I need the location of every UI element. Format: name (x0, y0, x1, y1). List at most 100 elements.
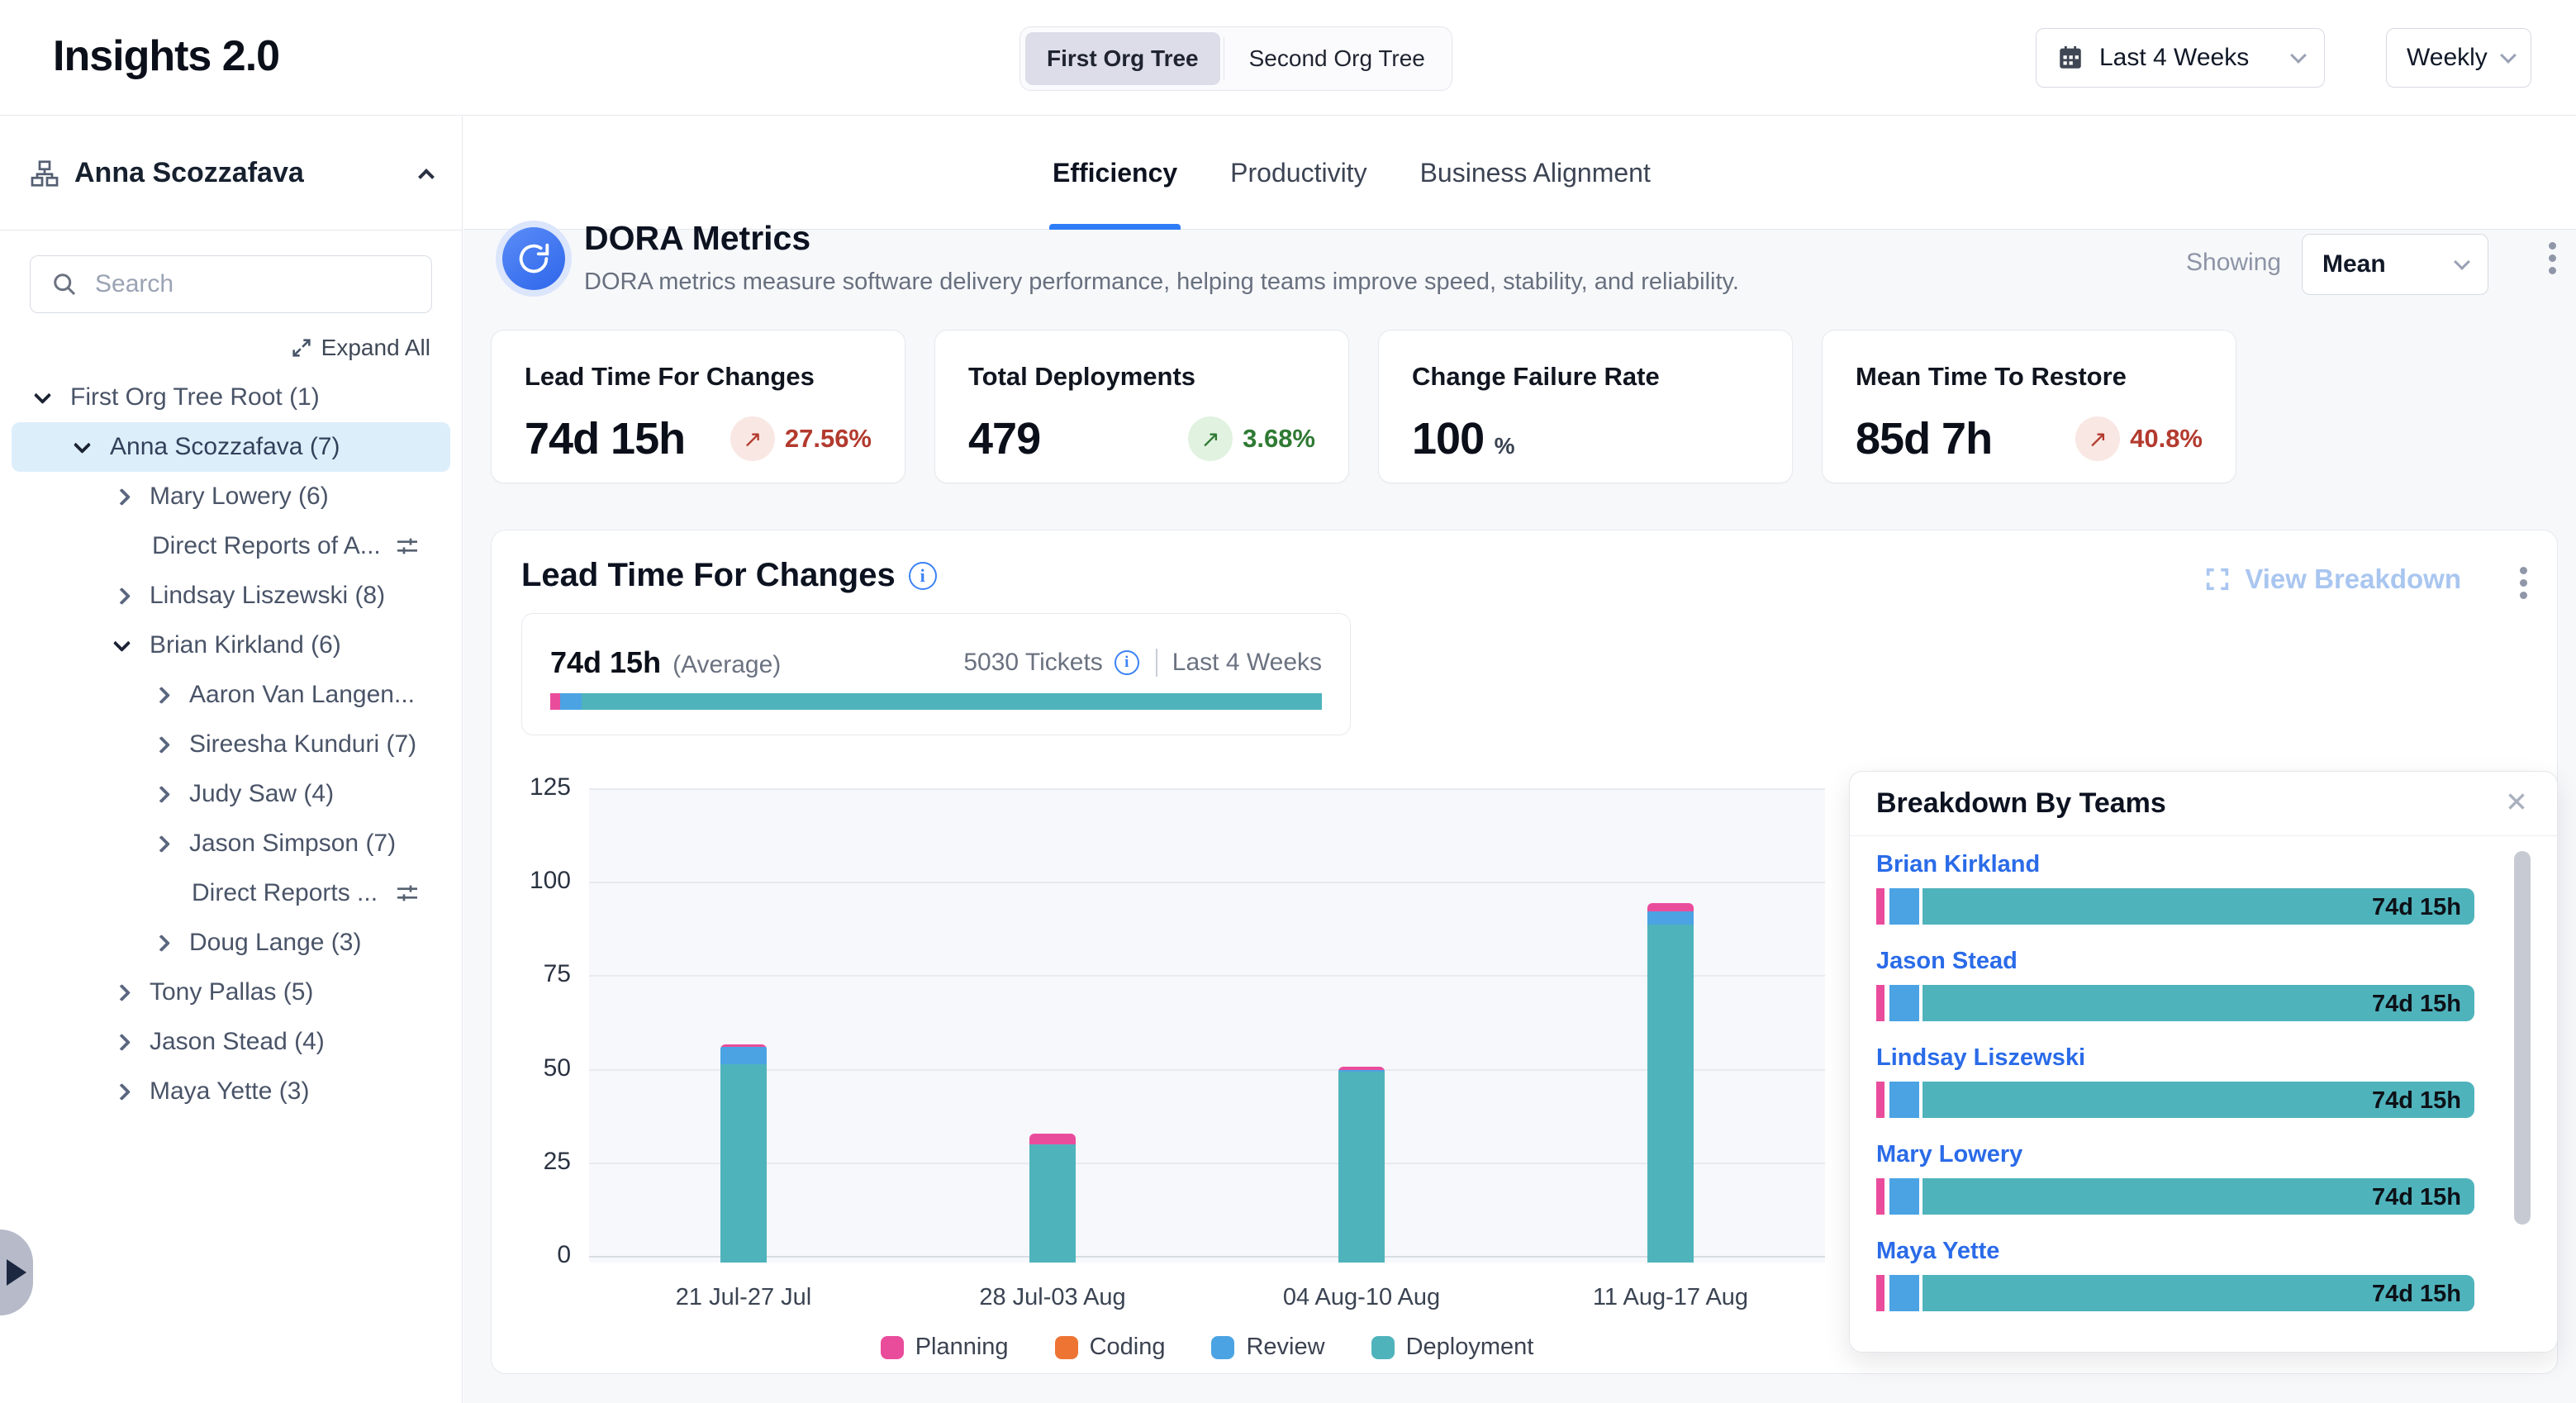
tabs-bar: Efficiency Productivity Business Alignme… (463, 117, 2576, 230)
tree-chevron-icon[interactable] (153, 735, 170, 753)
tree-node[interactable]: First Org Tree Root (1) (12, 373, 450, 422)
org-chart-icon (30, 159, 59, 188)
tree-node[interactable]: Anna Scozzafava (7) (12, 422, 450, 472)
breakdown-bar-segment-review (1889, 1275, 1919, 1311)
expand-all-button[interactable]: Expand All (0, 335, 430, 361)
y-tick-label: 125 (492, 773, 571, 801)
tree-node[interactable]: Lindsay Liszewski (8) (12, 571, 450, 621)
tree-node-label: Maya Yette (3) (150, 1077, 309, 1106)
tab-business-alignment[interactable]: Business Alignment (1417, 117, 1654, 230)
summary-bar-segment-planning (550, 693, 560, 710)
tree-node[interactable]: Sireesha Kunduri (7) (12, 720, 450, 769)
metric-card-title: Mean Time To Restore (1856, 362, 2203, 392)
tree-node-label: Judy Saw (4) (189, 780, 334, 808)
summary-meta: 5030 Tickets i Last 4 Weeks (963, 649, 1322, 677)
view-breakdown-label: View Breakdown (2245, 564, 2461, 595)
summary-tickets: 5030 Tickets (963, 649, 1102, 677)
legend-item-review[interactable]: Review (1211, 1334, 1324, 1361)
breakdown-value: 74d 15h (2372, 991, 2461, 1018)
breakdown-team-link[interactable]: Jason Stead (1876, 948, 2474, 975)
breakdown-items: Brian Kirkland 74d 15h Jason Stead 74d 1… (1876, 851, 2474, 1334)
tree-chevron-icon[interactable] (153, 835, 170, 852)
date-range-select[interactable]: Last 4 Weeks (2036, 28, 2325, 88)
tree-chevron-icon[interactable] (113, 587, 131, 604)
breakdown-bar-segment-planning (1876, 1082, 1884, 1118)
tree-chevron-icon[interactable] (113, 1033, 131, 1050)
expand-all-label: Expand All (321, 335, 430, 361)
breakdown-stacked-bar: 74d 15h (1876, 1178, 2474, 1215)
tree-node[interactable]: Aaron Van Langen... (12, 670, 450, 720)
breakdown-team-link[interactable]: Maya Yette (1876, 1238, 2474, 1265)
tree-chevron-icon[interactable] (153, 934, 170, 951)
breakdown-item: Maya Yette 74d 15h (1876, 1238, 2474, 1311)
tree-node[interactable]: Jason Stead (4) (12, 1017, 450, 1067)
tree-node[interactable]: Jason Simpson (7) (12, 819, 450, 868)
summary-qualifier: (Average) (673, 651, 781, 679)
dora-kebab-menu[interactable] (2549, 242, 2556, 274)
y-tick-label: 0 (492, 1241, 571, 1269)
tree-chevron-icon[interactable] (34, 386, 51, 403)
toggle-second-org-tree[interactable]: Second Org Tree (1228, 32, 1447, 85)
info-icon[interactable]: i (909, 562, 937, 590)
breakdown-value: 74d 15h (2372, 1184, 2461, 1211)
tree-chevron-icon[interactable] (113, 1082, 131, 1100)
tab-productivity[interactable]: Productivity (1227, 117, 1370, 230)
toggle-first-org-tree[interactable]: First Org Tree (1025, 32, 1220, 85)
dora-section-description: DORA metrics measure software delivery p… (584, 269, 1739, 296)
tree-node[interactable]: Mary Lowery (6) (12, 472, 450, 521)
tree-node-label: Doug Lange (3) (189, 929, 361, 957)
breakdown-title: Breakdown By Teams (1876, 787, 2166, 820)
tree-node[interactable]: Maya Yette (3) (12, 1067, 450, 1116)
breakdown-team-link[interactable]: Brian Kirkland (1876, 851, 2474, 878)
x-tick-label: 11 Aug-17 Aug (1547, 1284, 1794, 1311)
breakdown-bar-segment-review (1889, 1178, 1919, 1215)
breakdown-team-link[interactable]: Lindsay Liszewski (1876, 1044, 2474, 1072)
lead-time-kebab-menu[interactable] (2520, 567, 2527, 599)
close-icon[interactable] (2502, 787, 2531, 820)
granularity-select[interactable]: Weekly (2386, 28, 2531, 88)
view-breakdown-button[interactable]: View Breakdown (2203, 564, 2461, 595)
org-tree: First Org Tree Root (1) Anna Scozzafava … (0, 373, 462, 1116)
tree-chevron-icon[interactable] (153, 686, 170, 703)
tree-node[interactable]: Direct Reports of A... (12, 521, 450, 571)
filter-sliders-icon[interactable] (394, 880, 421, 913)
tree-node[interactable]: Tony Pallas (5) (12, 968, 450, 1017)
tree-chevron-icon[interactable] (113, 487, 131, 505)
legend-label: Review (1246, 1334, 1324, 1361)
lead-time-summary-card: 74d 15h (Average) 5030 Tickets i Last 4 … (521, 613, 1351, 735)
legend-item-planning[interactable]: Planning (881, 1334, 1009, 1361)
showing-select[interactable]: Mean (2302, 234, 2488, 295)
breakdown-bar-segment-review (1889, 985, 1919, 1021)
tree-node-label: Sireesha Kunduri (7) (189, 730, 416, 759)
tree-chevron-icon[interactable] (153, 785, 170, 802)
calendar-icon (2056, 44, 2084, 72)
tree-chevron-icon[interactable] (113, 983, 131, 1001)
filter-sliders-icon[interactable] (394, 533, 421, 566)
legend-item-deployment[interactable]: Deployment (1371, 1334, 1534, 1361)
breakdown-team-link[interactable]: Mary Lowery (1876, 1141, 2474, 1168)
tree-node-label: Brian Kirkland (6) (150, 631, 341, 659)
sidebar-header[interactable]: Anna Scozzafava (0, 117, 462, 231)
metric-card-value: 479 (968, 414, 1040, 464)
metric-card-title: Lead Time For Changes (525, 362, 872, 392)
breakdown-value: 74d 15h (2372, 894, 2461, 921)
tree-node[interactable]: Doug Lange (3) (12, 918, 450, 968)
tree-chevron-icon[interactable] (113, 634, 131, 651)
tree-node[interactable]: Brian Kirkland (6) (12, 621, 450, 670)
stacked-bar-21 Jul-27 Jul (720, 1044, 767, 1263)
breakdown-bar-segment-planning (1876, 985, 1884, 1021)
tree-chevron-icon[interactable] (74, 435, 91, 453)
main-area: Efficiency Productivity Business Alignme… (463, 117, 2576, 1403)
tree-node[interactable]: Judy Saw (4) (12, 769, 450, 819)
scrollbar-thumb[interactable] (2514, 851, 2531, 1225)
y-tick-label: 100 (492, 867, 571, 895)
info-icon[interactable]: i (1115, 650, 1139, 675)
tree-node[interactable]: Direct Reports ... (12, 868, 450, 918)
legend-label: Planning (915, 1334, 1009, 1361)
chevron-up-icon[interactable] (418, 169, 435, 185)
search-input[interactable] (30, 255, 432, 313)
tabs: Efficiency Productivity Business Alignme… (1049, 117, 1654, 230)
legend-item-coding[interactable]: Coding (1055, 1334, 1166, 1361)
tab-efficiency[interactable]: Efficiency (1049, 117, 1181, 230)
lead-time-title-row: Lead Time For Changes i (521, 557, 937, 594)
